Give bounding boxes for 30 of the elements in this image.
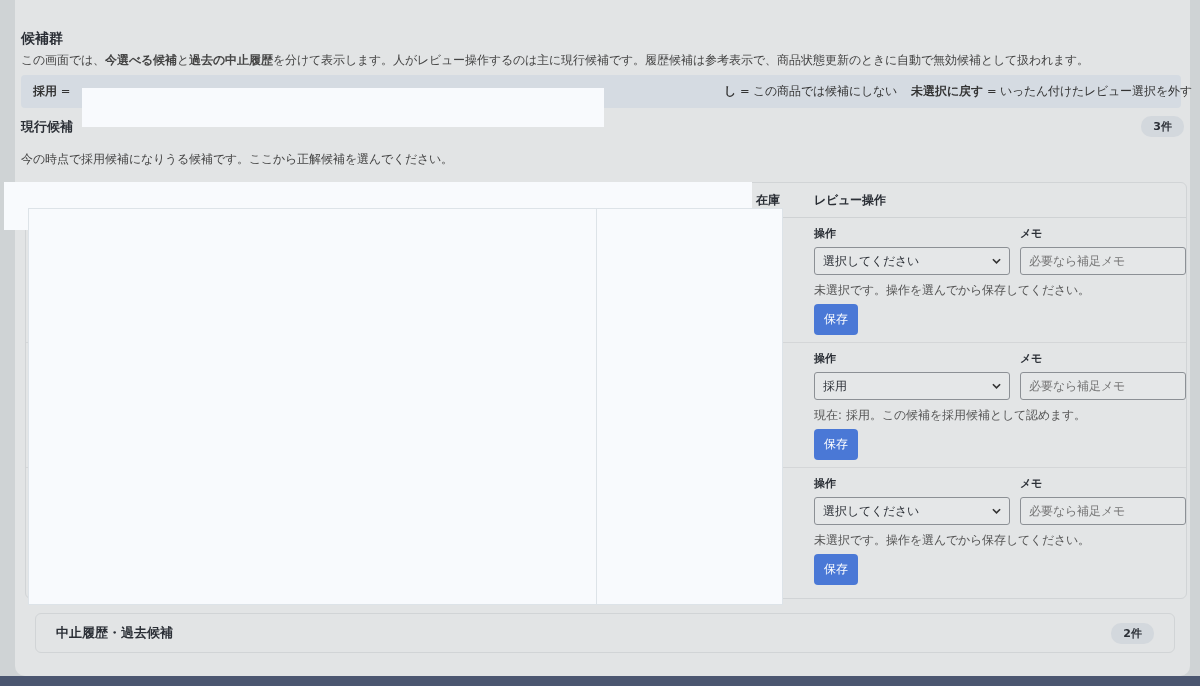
subsection-title: 現行候補 xyxy=(21,117,73,136)
field-label: 操作 xyxy=(814,226,837,241)
action-select[interactable]: 採用 xyxy=(814,372,1010,400)
save-button[interactable]: 保存 xyxy=(814,304,858,335)
memo-field[interactable]: 必要なら補足メモ xyxy=(1020,497,1186,525)
save-button[interactable]: 保存 xyxy=(814,554,858,585)
column-header: レビュー操作 xyxy=(814,191,886,209)
action-select[interactable]: 選択してください xyxy=(814,247,1010,275)
subsection-title: 中止履歴・過去候補 xyxy=(56,624,173,642)
field-label: メモ xyxy=(1020,351,1043,366)
subsection-description: 今の時点で採用候補になりうる候補です。ここから正解候補を選んでください。 xyxy=(21,151,454,168)
action-select[interactable]: 選択してください xyxy=(814,497,1010,525)
save-button[interactable]: 保存 xyxy=(814,429,858,460)
memo-field[interactable]: 必要なら補足メモ xyxy=(1020,247,1186,275)
count-badge: 2件 xyxy=(1111,622,1154,644)
section-title: 候補群 xyxy=(21,30,64,48)
field-label: 操作 xyxy=(814,476,837,491)
status-note: 現在: 採用。この候補を採用候補として認めます。 xyxy=(814,408,1087,423)
memo-field[interactable]: 必要なら補足メモ xyxy=(1020,372,1186,400)
section-description: この画面では、今選べる候補と過去の中止履歴を分けて表示します。人がレビュー操作するのは主に現行候補です。履歴候補は参考表示で、商品状態更新のときに自動で無効候補として扱われます。 xyxy=(21,52,1090,69)
count-badge: 3件 xyxy=(1141,116,1184,137)
field-label: 操作 xyxy=(814,351,837,366)
status-note: 未選択です。操作を選んでから保存してください。 xyxy=(814,533,1091,548)
field-label: メモ xyxy=(1020,476,1043,491)
status-note: 未選択です。操作を選んでから保存してください。 xyxy=(814,283,1091,298)
legend-text: し = この商品では候補にしない xyxy=(724,84,898,99)
column-header: 在庫 xyxy=(756,191,781,209)
field-label: メモ xyxy=(1020,226,1043,241)
legend-text: 未選択に戻す = いったん付けたレビュー選択を外す xyxy=(911,84,1193,99)
legend-text: 採用 = xyxy=(33,84,71,99)
